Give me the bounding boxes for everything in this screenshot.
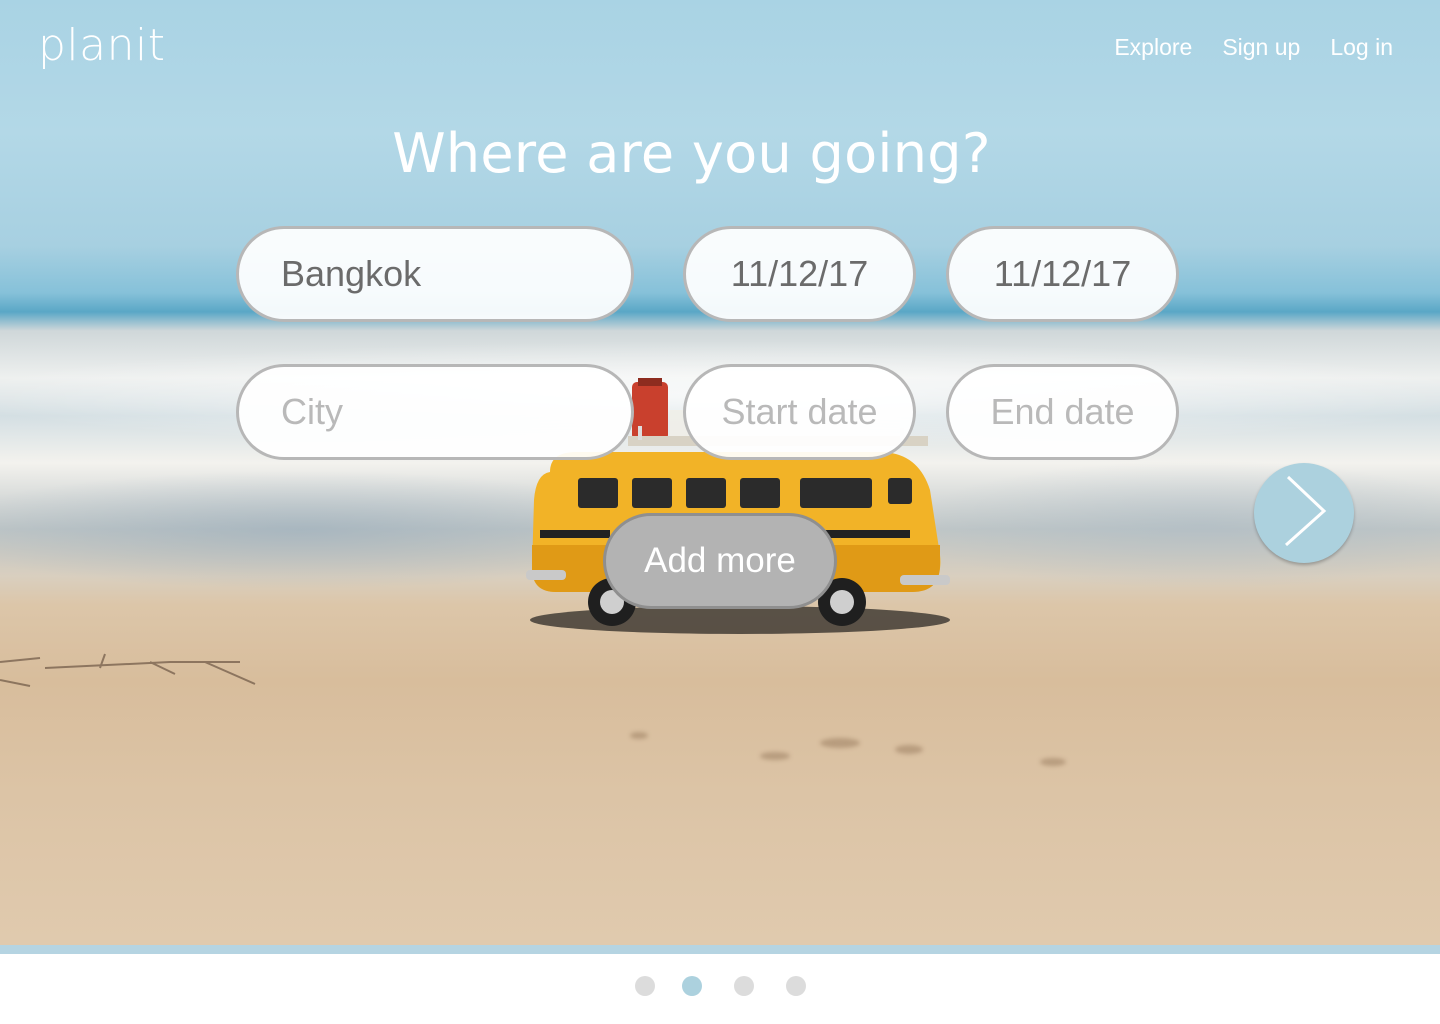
- next-button[interactable]: [1254, 463, 1354, 563]
- nav-login-link[interactable]: Log in: [1330, 34, 1393, 61]
- city-input-2[interactable]: City: [236, 364, 634, 460]
- page-title: Where are you going?: [392, 122, 991, 185]
- progress-strip: [0, 945, 1440, 954]
- twig-on-sand: [0, 653, 256, 687]
- brand-logo[interactable]: planit: [38, 20, 165, 71]
- add-more-button[interactable]: Add more: [603, 513, 837, 609]
- chevron-right-icon: [1284, 475, 1327, 547]
- page-dot-1[interactable]: [635, 976, 655, 996]
- end-date-input[interactable]: 11/12/17: [946, 226, 1179, 322]
- nav-signup-link[interactable]: Sign up: [1222, 34, 1300, 61]
- page-dot-3[interactable]: [734, 976, 754, 996]
- landing-page: planit Explore Sign up Log in Where are …: [0, 0, 1440, 1024]
- pagination-dots: [0, 976, 1440, 996]
- city-input[interactable]: Bangkok: [236, 226, 634, 322]
- top-nav: Explore Sign up Log in: [1114, 34, 1393, 61]
- end-date-input-2[interactable]: End date: [946, 364, 1179, 460]
- wave-blur-right: [900, 460, 1440, 590]
- page-dot-2[interactable]: [682, 976, 702, 996]
- start-date-input[interactable]: 11/12/17: [683, 226, 916, 322]
- start-date-input-2[interactable]: Start date: [683, 364, 916, 460]
- page-dot-4[interactable]: [786, 976, 806, 996]
- nav-explore-link[interactable]: Explore: [1114, 34, 1192, 61]
